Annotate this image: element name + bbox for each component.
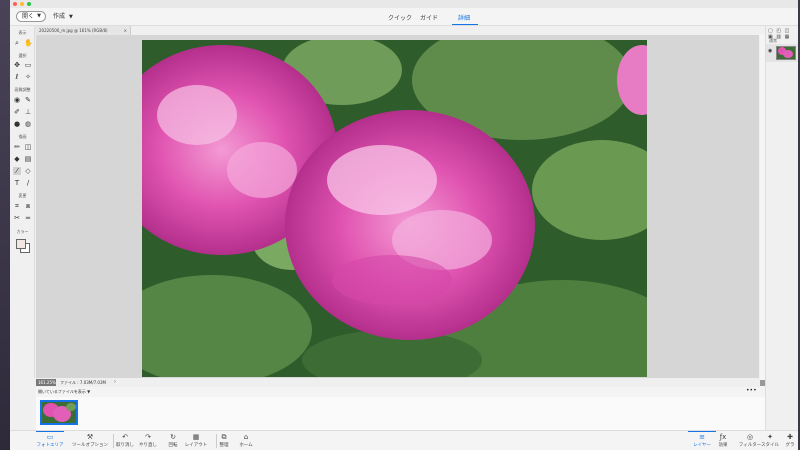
tab-quick[interactable]: クイック [388, 13, 412, 22]
effects-button-label: 効果 [718, 443, 728, 448]
photo-bin-button[interactable]: ▭ フォトエリア [32, 433, 68, 448]
toolbox-section-draw: 描画 [18, 134, 27, 139]
photo-bin-header: 開いているファイルを表示 ▼ ••• [36, 387, 765, 397]
home-icon: ⌂ [243, 433, 249, 441]
hand-tool-icon[interactable]: ✋ [24, 39, 33, 47]
canvas-area[interactable] [36, 35, 759, 378]
eye-icon[interactable]: ◉ [768, 48, 772, 54]
photo-bin [36, 397, 765, 430]
tab-guided[interactable]: ガイド [420, 13, 438, 22]
file-size-info: ファイル : 7.03M/7.03M [60, 380, 106, 385]
toolbox-section-color: カラー [16, 229, 29, 234]
tool-options-button-label: ツールオプション [72, 443, 108, 448]
status-bar: 161.25% ファイル : 7.03M/7.03M › [36, 378, 759, 387]
create-button-label: 作成 [53, 13, 66, 20]
more-options-icon[interactable]: ••• [746, 387, 757, 395]
title-bar [10, 0, 798, 8]
zoom-window-icon[interactable] [27, 2, 31, 6]
styles-icon: ✦ [767, 433, 773, 441]
toolbox-section-view: 表示 [18, 30, 27, 35]
magic-wand-tool-icon[interactable]: ✧ [24, 73, 32, 81]
move-tool-icon[interactable]: ✥ [13, 61, 21, 69]
layer-thumbnail-image [777, 47, 795, 59]
active-panel-indicator [688, 431, 716, 432]
document-tab-label: 20220506_m.jpg @ 161% (RGB/8) [39, 28, 108, 33]
document-image[interactable] [142, 40, 647, 377]
photo-bin-button-label: フォトエリア [36, 443, 64, 448]
create-button[interactable]: 作成 ▼ [53, 11, 73, 22]
zoom-level-field[interactable]: 161.25% [36, 379, 56, 386]
layout-button-label: レイアウト [184, 443, 208, 448]
shape-tool-icon[interactable]: ◇ [24, 167, 32, 175]
text-tool-icon[interactable]: T [13, 179, 21, 187]
straighten-tool-icon[interactable]: ═ [24, 214, 32, 222]
app-window: 開く ▼ 作成 ▼ クイック ガイド 詳細 20220506_m.jpg @ 1… [10, 0, 799, 450]
chevron-down-icon: ▼ [37, 13, 41, 19]
active-panel-indicator [36, 431, 64, 432]
zoom-tool-icon[interactable]: ⌕ [13, 39, 21, 47]
toolbox-section-modify: 変更 [18, 193, 27, 198]
styles-button[interactable]: ✦ スタイル [758, 433, 782, 448]
graphics-button[interactable]: ✚ グラ [782, 433, 798, 448]
layer-thumbnail [776, 46, 796, 60]
open-button-label: 開く [22, 13, 35, 20]
desktop-background [0, 0, 10, 450]
active-tab-indicator [452, 24, 478, 25]
brush-tool-icon[interactable]: ✏ [13, 143, 21, 151]
toolbox: 表示 ⌕ ✋ 選択 ✥ ▭ ℓ ✧ 画質調整 ◉ ✎ ✐ ⊥ ● ◍ 描画 ✏ … [10, 26, 35, 378]
lasso-tool-icon[interactable]: ℓ [13, 73, 21, 81]
graphics-icon: ✚ [787, 433, 793, 441]
close-window-icon[interactable] [13, 2, 17, 6]
photo-bin-icon: ▭ [46, 433, 54, 441]
menu-bar: 開く ▼ 作成 ▼ クイック ガイド 詳細 [10, 8, 798, 26]
close-icon[interactable]: × [124, 26, 127, 35]
toolbox-section-enhance: 画質調整 [14, 87, 31, 92]
paint-bucket-tool-icon[interactable]: ◆ [13, 155, 21, 163]
graphics-button-label: グラ [785, 443, 795, 448]
home-button-label: ホーム [239, 443, 253, 448]
smart-brush-tool-icon[interactable]: ✐ [13, 108, 21, 116]
layer-row-background[interactable]: ◉ [766, 44, 799, 62]
spot-healing-tool-icon[interactable]: ✎ [24, 96, 32, 104]
photo-bin-dropdown-label: 開いているファイルを表示 [38, 389, 86, 394]
recompose-tool-icon[interactable]: ⧈ [24, 202, 32, 210]
home-button[interactable]: ⌂ ホーム [228, 433, 264, 448]
tool-options-button[interactable]: ⚒ ツールオプション [72, 433, 108, 448]
blur-tool-icon[interactable]: ● [13, 120, 21, 128]
eyedropper-tool-icon[interactable]: ⁄ [13, 167, 21, 175]
crop-tool-icon[interactable]: ⌗ [13, 202, 21, 210]
marquee-tool-icon[interactable]: ▭ [24, 61, 32, 69]
eraser-tool-icon[interactable]: ◫ [24, 143, 32, 151]
clone-stamp-tool-icon[interactable]: ⊥ [24, 108, 32, 116]
chevron-right-icon[interactable]: › [114, 378, 116, 387]
layers-panel: ▢ ◰ ◫ ▣ ▥ ▦ 通常 ◉ [765, 26, 799, 430]
chevron-down-icon: ▼ [87, 389, 91, 394]
sponge-tool-icon[interactable]: ◍ [24, 120, 32, 128]
document-tab[interactable]: 20220506_m.jpg @ 161% (RGB/8) × [35, 26, 131, 35]
open-button[interactable]: 開く ▼ [16, 11, 46, 22]
taskbar: ▭ フォトエリア ⚒ ツールオプション ↶ 取り消し ↷ やり直し ↻ 回転 ▦… [10, 430, 798, 450]
tab-expert[interactable]: 詳細 [458, 13, 470, 22]
photo-bin-thumbnail[interactable] [40, 400, 78, 425]
rotate-button-label: 回転 [168, 443, 178, 448]
minimize-window-icon[interactable] [20, 2, 24, 6]
chevron-down-icon: ▼ [68, 14, 73, 20]
tool-options-icon: ⚒ [86, 433, 94, 441]
styles-button-label: スタイル [761, 443, 779, 448]
gradient-tool-icon[interactable]: ▤ [24, 155, 32, 163]
pencil-tool-icon[interactable]: ∕ [24, 179, 32, 187]
photo-bin-dropdown[interactable]: 開いているファイルを表示 ▼ [38, 387, 90, 397]
peony-photo [142, 40, 647, 377]
eye-tool-icon[interactable]: ◉ [13, 96, 21, 104]
foreground-color-swatch[interactable] [16, 239, 26, 249]
thumbnail-image [42, 402, 76, 423]
content-aware-move-tool-icon[interactable]: ✂ [13, 214, 21, 222]
toolbox-section-select: 選択 [18, 53, 27, 58]
